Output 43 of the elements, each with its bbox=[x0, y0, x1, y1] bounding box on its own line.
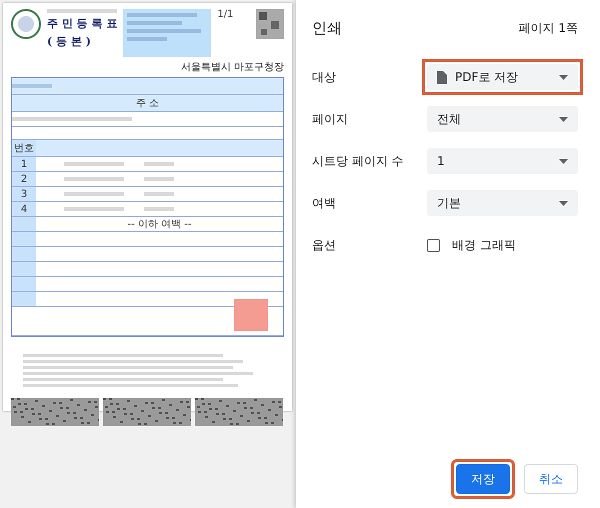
row-number: 2 bbox=[12, 172, 36, 186]
table-cell bbox=[12, 262, 36, 276]
table-cell bbox=[12, 277, 36, 291]
setting-select[interactable]: 1 bbox=[427, 148, 578, 174]
cancel-button[interactable]: 취소 bbox=[524, 464, 578, 494]
issuer-name: 서울특별시 마포구청장 bbox=[180, 61, 284, 74]
caret-icon bbox=[559, 116, 568, 122]
setting-select[interactable]: 전체 bbox=[427, 106, 578, 132]
checkbox[interactable] bbox=[427, 238, 440, 252]
setting-label: 대상 bbox=[312, 68, 337, 86]
barcode-icon bbox=[11, 398, 99, 426]
caret-icon bbox=[559, 158, 568, 164]
page-count: 페이지 1쪽 bbox=[518, 20, 578, 36]
dialog-title: 인쇄 bbox=[312, 18, 342, 38]
table-cell bbox=[12, 292, 36, 306]
table-cell bbox=[12, 217, 36, 231]
save-button[interactable]: 저장 bbox=[456, 464, 510, 494]
blurred-text bbox=[47, 9, 117, 13]
table-header: 주 소 bbox=[136, 97, 160, 110]
row-number: 3 bbox=[12, 187, 36, 201]
setting-label: 옵션 bbox=[312, 236, 337, 254]
setting-select[interactable]: 기본 bbox=[427, 190, 578, 216]
blank-note: -- 이하 여백 -- bbox=[128, 218, 192, 231]
row-number: 1 bbox=[12, 157, 36, 171]
qr-code-icon bbox=[256, 9, 284, 39]
stamp bbox=[234, 299, 268, 331]
table-cell bbox=[12, 247, 36, 261]
row-number: 4 bbox=[12, 202, 36, 216]
document-subtitle: ( 등 본 ) bbox=[47, 34, 92, 49]
setting-label: 여백 bbox=[312, 194, 337, 212]
page-number: 1/1 bbox=[217, 9, 234, 20]
checkbox-label: 배경 그래픽 bbox=[452, 236, 516, 254]
table-header: 번호 bbox=[12, 140, 36, 156]
table-cell bbox=[12, 232, 36, 246]
setting-label: 페이지 bbox=[312, 110, 349, 128]
setting-label: 시트당 페이지 수 bbox=[312, 152, 405, 170]
caret-icon bbox=[559, 200, 568, 206]
barcode-icon bbox=[195, 398, 283, 426]
seal-icon bbox=[11, 9, 41, 39]
document-title: 주 민 등 록 표 bbox=[47, 16, 118, 31]
setting-select[interactable]: PDF로 저장 bbox=[427, 64, 578, 90]
barcode-icon bbox=[103, 398, 191, 426]
caret-icon bbox=[559, 74, 568, 80]
